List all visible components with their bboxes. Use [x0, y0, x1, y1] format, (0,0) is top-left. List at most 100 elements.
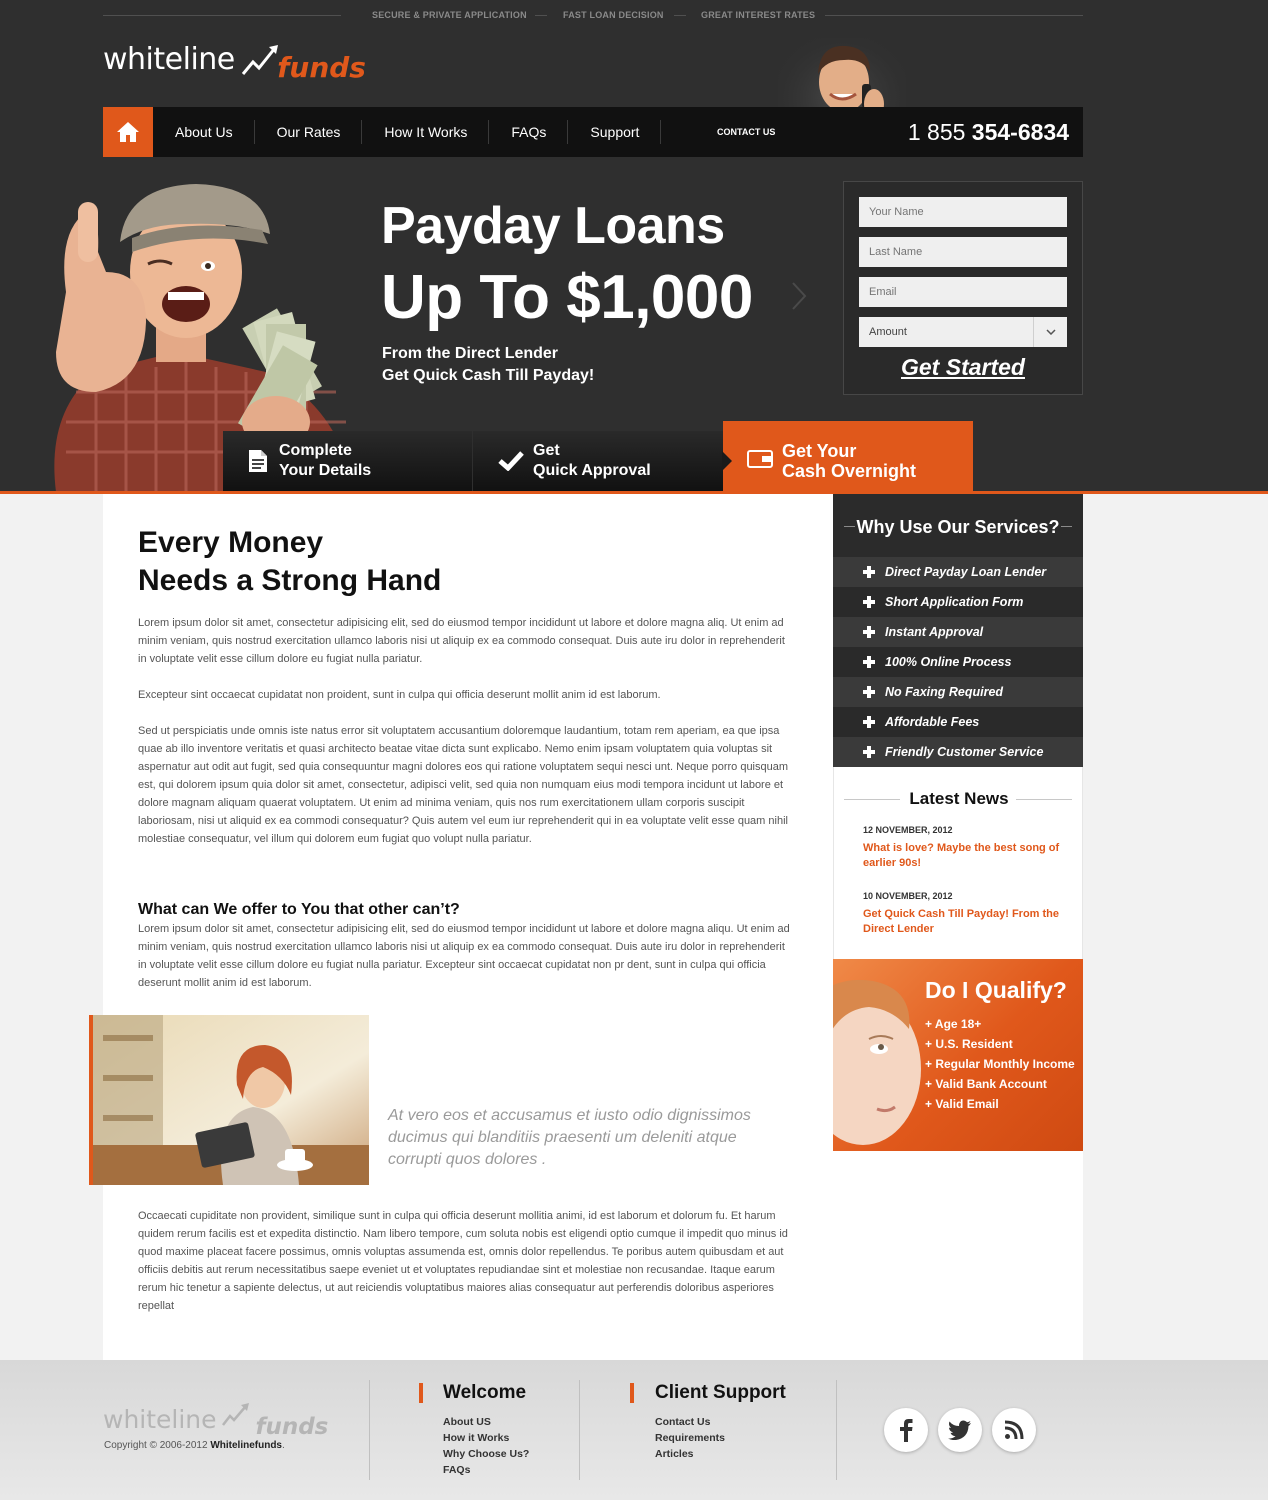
- footer-col2-accent: [630, 1383, 634, 1403]
- footer-logo[interactable]: whiteline funds: [103, 1402, 328, 1440]
- chevron-right-icon[interactable]: [790, 281, 808, 311]
- cafe-photo: [89, 1015, 369, 1185]
- sidebar: Why Use Our Services? Direct Payday Loan…: [833, 494, 1083, 1360]
- phone-prefix: 1 855: [907, 119, 966, 145]
- footer-link-contact[interactable]: Contact Us: [655, 1414, 725, 1430]
- why-item-direct-lender[interactable]: Direct Payday Loan Lender: [833, 557, 1083, 587]
- footer-welcome-title: Welcome: [443, 1382, 527, 1403]
- plus-icon: [863, 656, 875, 668]
- nav-item-rates[interactable]: Our Rates: [255, 107, 363, 157]
- twitter-icon: [948, 1420, 971, 1440]
- news-date-1: 12 NOVEMBER, 2012: [863, 825, 953, 835]
- facebook-button[interactable]: [884, 1408, 928, 1452]
- footer-link-about[interactable]: About US: [443, 1414, 529, 1430]
- latest-news: Latest News 12 NOVEMBER, 2012 What is lo…: [833, 767, 1083, 959]
- why-item-customer-service[interactable]: Friendly Customer Service: [833, 737, 1083, 767]
- step-cash-overnight: Get Your Cash Overnight: [722, 421, 973, 501]
- plus-icon: [863, 746, 875, 758]
- qualify-item-resident: + U.S. Resident: [925, 1037, 1013, 1051]
- step-2-line2: Quick Approval: [533, 462, 651, 479]
- news-link-1[interactable]: What is love? Maybe the best song of ear…: [863, 841, 1063, 871]
- logo-arrow-icon: [241, 45, 278, 75]
- nav-item-how-it-works[interactable]: How It Works: [362, 107, 490, 157]
- rss-icon: [1004, 1420, 1024, 1440]
- news-link-2[interactable]: Get Quick Cash Till Payday! From the Dir…: [863, 907, 1063, 937]
- nav-contact-us[interactable]: CONTACT US: [717, 107, 775, 157]
- footer-support-title: Client Support: [655, 1382, 786, 1403]
- section-subheading: What can We offer to You that other can’…: [138, 901, 460, 918]
- footer-support-links: Contact Us Requirements Articles: [655, 1414, 725, 1462]
- paragraph-5: Occaecati cupiditate non provident, simi…: [138, 1210, 788, 1312]
- header-area: SECURE & PRIVATE APPLICATION FAST LOAN D…: [0, 0, 1268, 501]
- logo[interactable]: whiteline funds: [103, 42, 366, 86]
- wallet-icon: [747, 450, 773, 468]
- plus-icon: [863, 596, 875, 608]
- home-button[interactable]: [103, 107, 153, 157]
- nav-item-support[interactable]: Support: [568, 107, 662, 157]
- paragraph-4: Lorem ipsum dolor sit amet, consectetur …: [138, 923, 790, 989]
- why-item-online-process[interactable]: 100% Online Process: [833, 647, 1083, 677]
- hero-subtitle-line1: From the Direct Lender: [382, 345, 559, 362]
- footer-link-requirements[interactable]: Requirements: [655, 1430, 725, 1446]
- footer-divider: [369, 1380, 370, 1480]
- why-use-list: Direct Payday Loan Lender Short Applicat…: [833, 557, 1083, 767]
- why-item-label: Affordable Fees: [885, 715, 980, 729]
- why-item-label: No Faxing Required: [885, 685, 1004, 699]
- amount-select[interactable]: Amount: [859, 317, 1067, 347]
- footer-col1-accent: [419, 1383, 423, 1403]
- pull-quote: At vero eos et accusamus et iusto odio d…: [388, 1107, 751, 1168]
- paragraph-2: Excepteur sint occaecat cupidatat non pr…: [138, 689, 661, 701]
- home-icon: [117, 122, 139, 142]
- rss-button[interactable]: [992, 1408, 1036, 1452]
- hero-subtitle-line2: Get Quick Cash Till Payday!: [382, 367, 595, 384]
- why-item-label: Friendly Customer Service: [885, 745, 1044, 759]
- qualify-title: Do I Qualify?: [925, 977, 1067, 1003]
- facebook-icon: [900, 1419, 913, 1442]
- plus-icon: [863, 686, 875, 698]
- document-icon: [249, 450, 267, 472]
- plus-icon: [863, 626, 875, 638]
- footer: whiteline funds Copyright © 2006-2012 Wh…: [0, 1360, 1268, 1500]
- get-started-button[interactable]: Get Started: [844, 354, 1082, 381]
- footer-link-faqs[interactable]: FAQs: [443, 1462, 529, 1478]
- copyright-brand: Whitelinefunds: [210, 1440, 282, 1451]
- nav-item-about[interactable]: About Us: [153, 107, 255, 157]
- footer-link-why-choose[interactable]: Why Choose Us?: [443, 1446, 529, 1462]
- last-name-field[interactable]: [859, 237, 1067, 267]
- qualify-item-age: + Age 18+: [925, 1017, 982, 1031]
- nav-item-faqs[interactable]: FAQs: [489, 107, 569, 157]
- heading-dash-left: [844, 526, 855, 527]
- why-item-label: Instant Approval: [885, 625, 984, 639]
- copyright-prefix: Copyright © 2006-2012: [104, 1440, 208, 1451]
- why-item-instant-approval[interactable]: Instant Approval: [833, 617, 1083, 647]
- footer-link-how-it-works[interactable]: How it Works: [443, 1430, 529, 1446]
- news-date-2: 10 NOVEMBER, 2012: [863, 891, 953, 901]
- name-field[interactable]: [859, 197, 1067, 227]
- logo-word-whiteline: whiteline: [103, 42, 235, 77]
- phone-number[interactable]: 1 855 354-6834: [908, 107, 1069, 157]
- plus-icon: [863, 716, 875, 728]
- step-1-line1: Complete: [279, 442, 352, 459]
- step-quick-approval: Get Quick Approval: [473, 431, 723, 491]
- paragraph-3: Sed ut perspiciatis unde omnis iste natu…: [138, 725, 789, 845]
- email-field[interactable]: [859, 277, 1067, 307]
- footer-link-articles[interactable]: Articles: [655, 1446, 725, 1462]
- tagline-rates: GREAT INTEREST RATES: [701, 10, 816, 20]
- hero-title-line1: Payday Loans: [381, 197, 725, 255]
- step-3-line1: Get Your: [782, 441, 857, 461]
- main-content: Every Money Needs a Strong Hand Lorem ip…: [89, 494, 833, 1360]
- step-pointer: [722, 451, 732, 471]
- qualify-box: Do I Qualify? + Age 18+ + U.S. Resident …: [833, 959, 1083, 1151]
- why-item-short-form[interactable]: Short Application Form: [833, 587, 1083, 617]
- why-use-title: Why Use Our Services?: [856, 517, 1060, 537]
- why-item-affordable-fees[interactable]: Affordable Fees: [833, 707, 1083, 737]
- footer-logo-arrow-icon: [222, 1403, 249, 1426]
- heading-dash-right: [1061, 526, 1072, 527]
- footer-logo-whiteline: whiteline: [103, 1405, 217, 1434]
- footer-logo-funds: funds: [255, 1414, 329, 1440]
- paragraph-1: Lorem ipsum dolor sit amet, consectetur …: [138, 617, 785, 665]
- twitter-button[interactable]: [938, 1408, 982, 1452]
- tagline-secure: SECURE & PRIVATE APPLICATION: [372, 10, 527, 20]
- why-item-label: Short Application Form: [885, 595, 1024, 609]
- why-item-no-faxing[interactable]: No Faxing Required: [833, 677, 1083, 707]
